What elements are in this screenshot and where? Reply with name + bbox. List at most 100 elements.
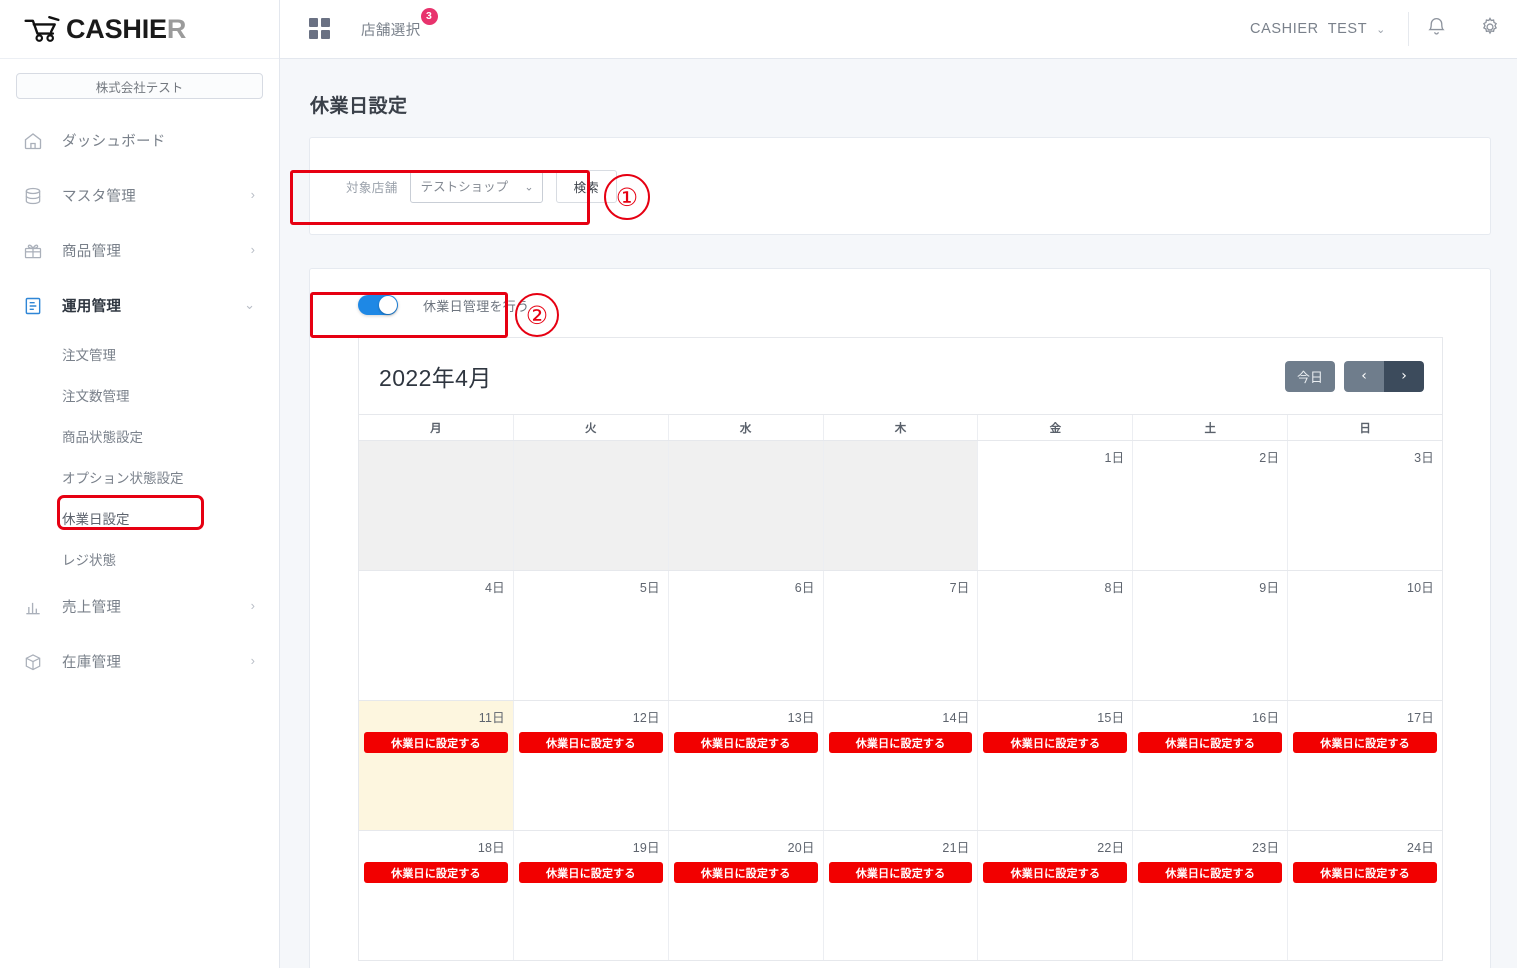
calendar-day-cell: 16日 休業日に設定する bbox=[1132, 701, 1287, 830]
sidebar-subitem-option-status[interactable]: オプション状態設定 bbox=[0, 456, 279, 497]
calendar-day-number: 5日 bbox=[639, 581, 660, 595]
set-holiday-button[interactable]: 休業日に設定する bbox=[364, 732, 508, 753]
home-icon bbox=[20, 128, 46, 154]
sidebar-item-label: ダッシュボード bbox=[62, 134, 166, 150]
calendar-week-row: 11日 休業日に設定する 12日 休業日に設定する 13日 休業日に設定する 14日 休業日に… bbox=[359, 700, 1442, 830]
set-holiday-button[interactable]: 休業日に設定する bbox=[828, 732, 973, 753]
calendar-day-cell bbox=[512, 441, 668, 570]
set-holiday-button[interactable]: 休業日に設定する bbox=[518, 732, 663, 753]
calendar-day-number: 23日 bbox=[1252, 841, 1280, 855]
grid-icon[interactable] bbox=[309, 18, 331, 40]
calendar-day-number: 22日 bbox=[1097, 841, 1125, 855]
chevron-right-icon: › bbox=[250, 187, 255, 202]
sidebar-item-label: 在庫管理 bbox=[62, 655, 122, 671]
sidebar-subitem-order-count[interactable]: 注文数管理 bbox=[0, 374, 279, 415]
toggle-knob bbox=[379, 296, 397, 314]
sidebar-subitem-label: 休業日設定 bbox=[62, 511, 130, 527]
set-holiday-button[interactable]: 休業日に設定する bbox=[364, 862, 508, 883]
next-month-button[interactable]: › bbox=[1384, 360, 1424, 392]
chevron-down-icon: ⌄ bbox=[1376, 23, 1386, 36]
day-header: 火 bbox=[512, 415, 668, 440]
brand-name: CASHIER bbox=[66, 13, 187, 44]
calendar-day-number: 24日 bbox=[1407, 841, 1435, 855]
chevron-right-icon: › bbox=[250, 242, 255, 257]
calendar-day-number: 11日 bbox=[478, 711, 505, 725]
user-menu[interactable]: CASHIER TEST ⌄ bbox=[1250, 21, 1408, 37]
box-icon bbox=[20, 649, 46, 675]
shopping-cart-icon bbox=[24, 15, 60, 42]
set-holiday-button[interactable]: 休業日に設定する bbox=[1138, 732, 1283, 753]
chevron-right-icon: › bbox=[250, 598, 255, 613]
calendar-day-cell: 4日 bbox=[359, 571, 513, 700]
sidebar-item-products[interactable]: 商品管理 › bbox=[0, 223, 279, 278]
sidebar-subitem-label: 商品状態設定 bbox=[62, 429, 143, 445]
gear-icon bbox=[1479, 16, 1501, 43]
sidebar-item-inventory[interactable]: 在庫管理 › bbox=[0, 634, 279, 689]
search-button[interactable]: 検索 bbox=[555, 170, 617, 203]
set-holiday-button[interactable]: 休業日に設定する bbox=[1293, 732, 1438, 753]
set-holiday-button[interactable]: 休業日に設定する bbox=[983, 732, 1128, 753]
calendar-day-number: 3日 bbox=[1414, 451, 1435, 465]
store-select-badge: 3 bbox=[420, 7, 438, 25]
page-title: 休業日設定 bbox=[310, 96, 408, 117]
calendar-day-number: 15日 bbox=[1097, 711, 1125, 725]
calendar-day-cell: 6日 bbox=[667, 571, 823, 700]
database-icon bbox=[20, 183, 46, 209]
set-holiday-button[interactable]: 休業日に設定する bbox=[1293, 862, 1438, 883]
today-button[interactable]: 今日 bbox=[1284, 360, 1335, 392]
calendar-day-cell: 2日 bbox=[1132, 441, 1287, 570]
settings-button[interactable] bbox=[1463, 0, 1517, 58]
holiday-management-toggle-label: 休業日管理を行う bbox=[423, 298, 530, 314]
sidebar-subitem-holiday-settings[interactable]: 休業日設定 bbox=[0, 497, 279, 538]
set-holiday-button[interactable]: 休業日に設定する bbox=[983, 862, 1128, 883]
calendar-day-number: 6日 bbox=[794, 581, 815, 595]
sidebar-subitem-product-status[interactable]: 商品状態設定 bbox=[0, 415, 279, 456]
set-holiday-button[interactable]: 休業日に設定する bbox=[828, 862, 973, 883]
user-name-label: TEST bbox=[1327, 21, 1368, 37]
calendar-day-cell: 3日 bbox=[1287, 441, 1442, 570]
sidebar-item-operations[interactable]: 運用管理 ⌄ bbox=[0, 278, 279, 333]
sidebar-subitem-label: レジ状態 bbox=[62, 552, 116, 568]
brand-logo[interactable]: CASHIER bbox=[0, 0, 279, 59]
calendar-day-cell: 10日 bbox=[1287, 571, 1442, 700]
calendar-day-cell: 15日休業日に設定する bbox=[977, 701, 1132, 830]
sidebar-subitem-register-status[interactable]: レジ状態 bbox=[0, 538, 279, 579]
sidebar: CASHIER 株式会社テスト ダッシュボード マスタ管理 › 商品管理 › 運… bbox=[0, 0, 280, 968]
bar-chart-icon bbox=[20, 594, 46, 620]
day-header: 土 bbox=[1132, 415, 1287, 440]
set-holiday-button[interactable]: 休業日に設定する bbox=[518, 862, 663, 883]
sidebar-subitem-order-management[interactable]: 注文管理 bbox=[0, 333, 279, 374]
store-select-button[interactable]: 店舗選択 3 bbox=[361, 7, 438, 40]
holiday-management-toggle[interactable] bbox=[358, 295, 398, 315]
set-holiday-button[interactable]: 休業日に設定する bbox=[1138, 862, 1283, 883]
day-header: 日 bbox=[1287, 415, 1442, 440]
calendar-day-cell: 13日 休業日に設定する bbox=[667, 701, 823, 830]
calendar-day-number: 14日 bbox=[942, 711, 970, 725]
sidebar-item-sales[interactable]: 売上管理 › bbox=[0, 579, 279, 634]
set-holiday-button[interactable]: 休業日に設定する bbox=[673, 862, 818, 883]
company-name-pill[interactable]: 株式会社テスト bbox=[16, 73, 263, 99]
set-holiday-button[interactable]: 休業日に設定する bbox=[673, 732, 818, 753]
sidebar-item-label: 売上管理 bbox=[62, 600, 122, 616]
sidebar-item-dashboard[interactable]: ダッシュボード bbox=[0, 113, 279, 168]
target-store-select[interactable]: テストショップ bbox=[409, 170, 543, 203]
calendar-day-cell: 8日 bbox=[977, 571, 1132, 700]
calendar-week-row: 18日 休業日に設定する 19日 休業日に設定する 20日 休業日に設定する 21日 休業日に… bbox=[359, 830, 1442, 960]
calendar-day-number: 2日 bbox=[1259, 451, 1280, 465]
calendar-day-cell bbox=[359, 441, 513, 570]
search-filter-row: 対象店舗 テストショップ ⌄ 検索 bbox=[310, 138, 1490, 203]
calendar-week-row: 1日 2日 3日 bbox=[359, 440, 1442, 570]
bell-icon bbox=[1426, 16, 1447, 42]
calendar-day-cell: 5日 bbox=[512, 571, 668, 700]
prev-month-button[interactable]: ‹ bbox=[1344, 360, 1384, 392]
calendar-day-cell: 24日休業日に設定する bbox=[1287, 831, 1442, 960]
calendar-day-number: 10日 bbox=[1407, 581, 1435, 595]
calendar-day-cell: 21日 休業日に設定する bbox=[822, 831, 978, 960]
day-header: 月 bbox=[430, 422, 442, 435]
notifications-button[interactable] bbox=[1409, 0, 1463, 58]
user-org-label: CASHIER bbox=[1250, 21, 1319, 37]
day-header: 金 bbox=[977, 415, 1132, 440]
search-panel: 対象店舗 テストショップ ⌄ 検索 bbox=[310, 138, 1490, 234]
calendar-day-cell: 11日休業日に設定する bbox=[359, 701, 513, 830]
sidebar-item-master[interactable]: マスタ管理 › bbox=[0, 168, 279, 223]
